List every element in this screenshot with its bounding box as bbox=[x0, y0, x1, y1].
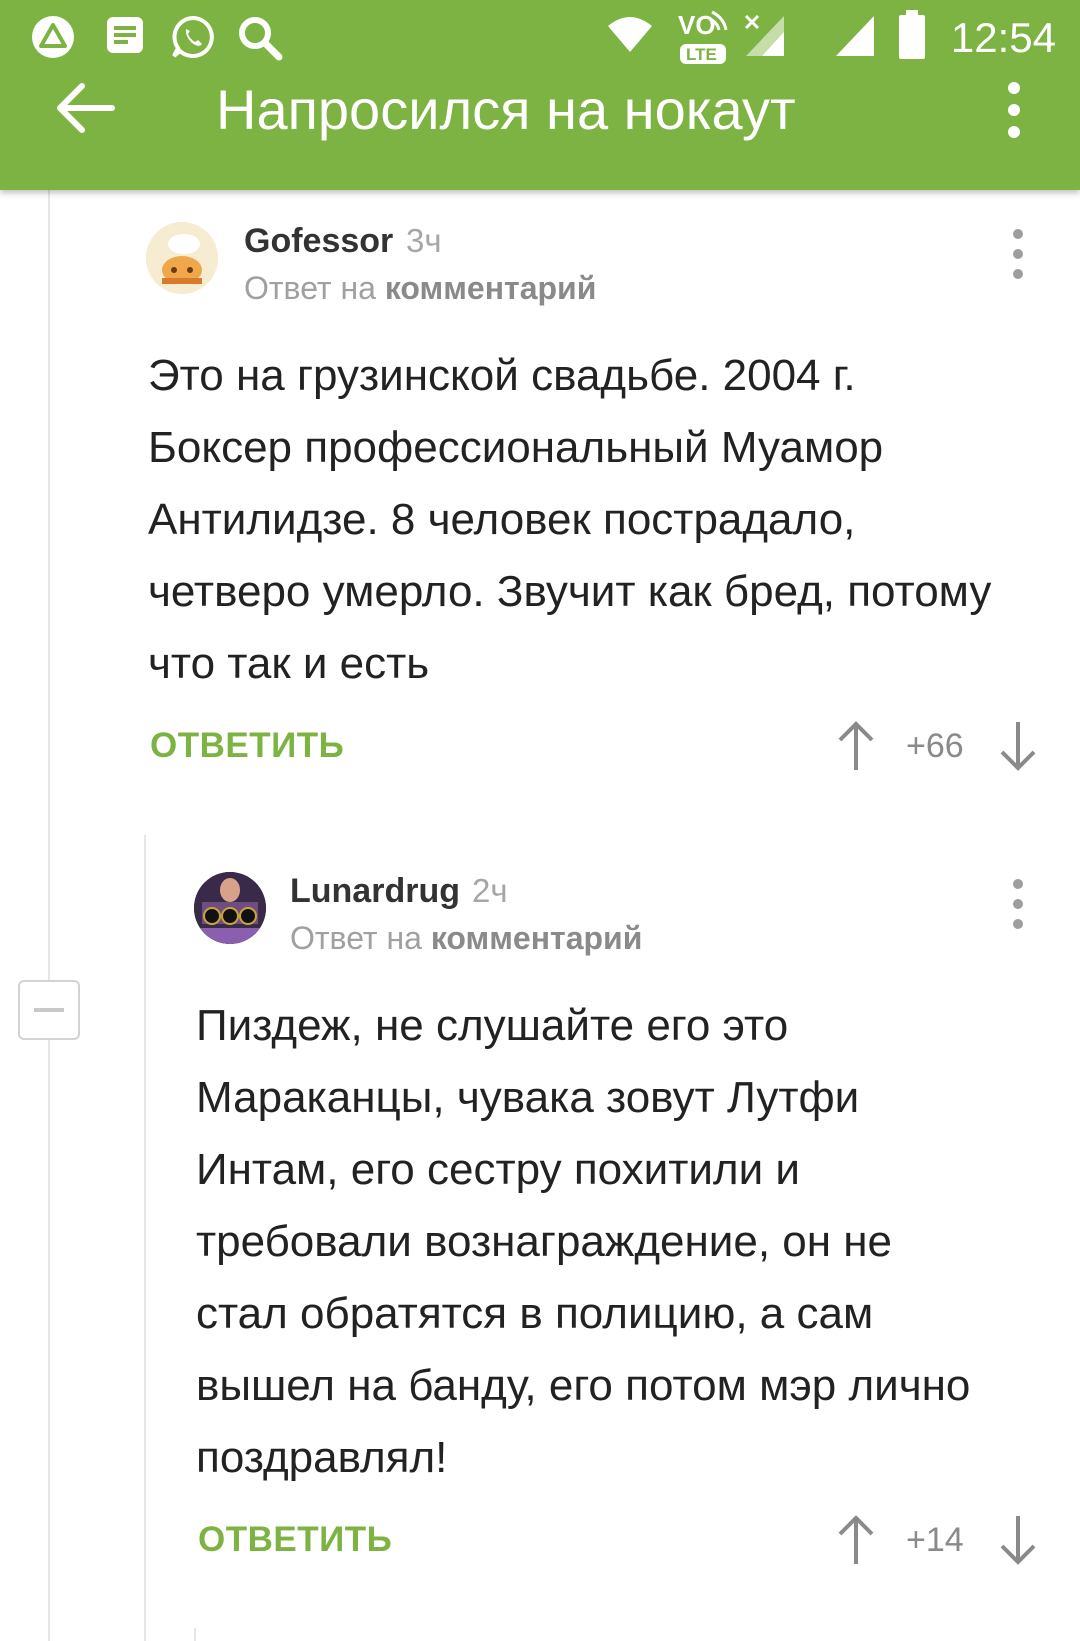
reply-to-line: Ответ на комментарий bbox=[290, 920, 642, 957]
signal-icon bbox=[836, 16, 874, 56]
notes-icon bbox=[107, 17, 143, 53]
search-icon bbox=[239, 17, 283, 61]
upvote-arrow-icon[interactable] bbox=[836, 720, 876, 772]
comment-text: Это на грузинской свадьбе. 2004 г. Боксе… bbox=[148, 351, 992, 688]
lte-label: LTE bbox=[686, 45, 717, 64]
reply-to-prefix: Ответ на bbox=[290, 920, 422, 956]
comment-time: 2ч bbox=[472, 872, 508, 909]
downvote-arrow-icon[interactable] bbox=[998, 1514, 1038, 1566]
comment-time: 3ч bbox=[406, 222, 442, 259]
reply-to-link[interactable]: комментарий bbox=[431, 920, 643, 956]
reply-button[interactable]: ОТВЕТИТЬ bbox=[198, 1520, 392, 1560]
downvote-arrow-icon[interactable] bbox=[998, 720, 1038, 772]
reply-button[interactable]: ОТВЕТИТЬ bbox=[150, 726, 344, 766]
upvote-arrow-icon[interactable] bbox=[836, 1514, 876, 1566]
clock: 12:54 bbox=[950, 14, 1056, 61]
volte-icon: VO LTE bbox=[676, 8, 732, 68]
thread-line-nested bbox=[144, 835, 146, 1641]
status-bar: VO LTE 12:54 bbox=[0, 0, 1080, 76]
comment-menu-icon[interactable] bbox=[1006, 874, 1030, 934]
avatar[interactable] bbox=[146, 222, 218, 294]
username[interactable]: Lunardrug bbox=[290, 872, 460, 911]
app-bar: VO LTE 12:54 Напросился на нокаут bbox=[0, 0, 1080, 190]
whatsapp-icon bbox=[172, 15, 214, 58]
username[interactable]: Gofessor bbox=[244, 222, 393, 261]
comment-text: Пиздеж, не слушайте его это Мараканцы, ч… bbox=[196, 1001, 971, 1482]
comment-rating: +66 bbox=[906, 727, 964, 765]
comment-rating: +14 bbox=[906, 1521, 964, 1559]
wifi-icon bbox=[608, 17, 652, 52]
collapse-thread-button[interactable] bbox=[18, 980, 80, 1040]
battery-icon bbox=[899, 10, 925, 59]
back-arrow-icon[interactable] bbox=[52, 78, 118, 138]
reply-to-link[interactable]: комментарий bbox=[385, 270, 597, 306]
thread-line-child bbox=[194, 1628, 196, 1641]
thread-line-root bbox=[48, 190, 50, 1641]
reply-to-line: Ответ на комментарий bbox=[244, 270, 596, 307]
signal-icon bbox=[744, 14, 784, 56]
avatar[interactable] bbox=[194, 872, 266, 944]
alert-triangle-icon bbox=[32, 16, 74, 58]
more-vert-icon[interactable] bbox=[994, 78, 1034, 142]
reply-to-prefix: Ответ на bbox=[244, 270, 376, 306]
vo-label: VO bbox=[678, 10, 716, 40]
page-title: Напросился на нокаут bbox=[216, 78, 796, 141]
comment-menu-icon[interactable] bbox=[1006, 224, 1030, 284]
